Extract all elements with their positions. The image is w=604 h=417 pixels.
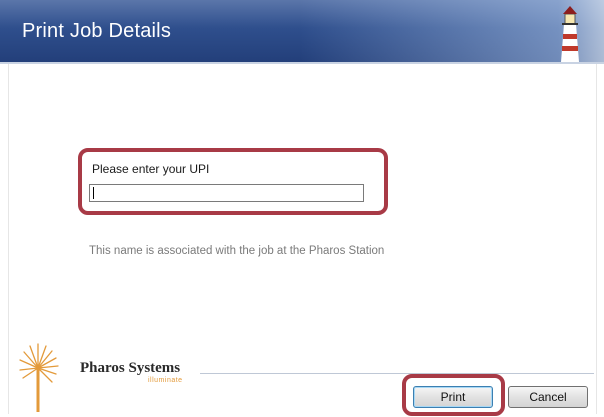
header-banner: Print Job Details bbox=[0, 0, 604, 62]
brand-tagline: illuminate bbox=[148, 377, 183, 384]
sunburst-logo-icon bbox=[19, 343, 59, 412]
right-edge bbox=[596, 64, 597, 414]
banner-border bbox=[0, 62, 604, 64]
footer-divider bbox=[200, 373, 594, 374]
input-highlight-frame bbox=[78, 148, 388, 215]
dialog-title: Print Job Details bbox=[22, 20, 172, 42]
association-hint: This name is associated with the job at … bbox=[89, 245, 385, 257]
print-highlight-frame bbox=[402, 374, 505, 416]
left-edge bbox=[8, 64, 9, 414]
cancel-button[interactable]: Cancel bbox=[508, 386, 588, 408]
brand-name: Pharos Systems bbox=[80, 360, 181, 376]
lighthouse-icon bbox=[561, 6, 579, 62]
print-job-details-dialog: Print Job Details Please enter your UPI … bbox=[0, 0, 604, 417]
